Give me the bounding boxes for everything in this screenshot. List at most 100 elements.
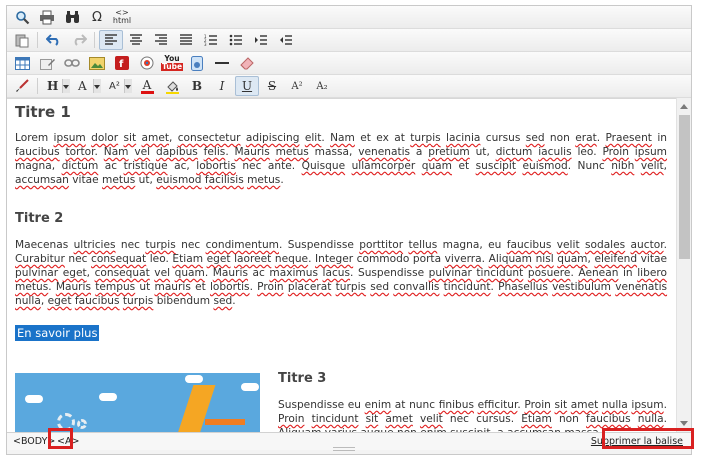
italic-button[interactable]: I xyxy=(210,76,234,96)
document-icon[interactable] xyxy=(185,53,209,73)
editor-content[interactable]: Titre 1 Lorem ipsum dolor sit amet, cons… xyxy=(7,98,677,432)
table-icon[interactable] xyxy=(10,53,34,73)
misspelled-word: eget xyxy=(206,253,231,265)
scroll-thumb[interactable] xyxy=(679,115,690,259)
separator xyxy=(37,32,38,48)
align-center-icon[interactable] xyxy=(124,30,148,50)
bold-button[interactable]: B xyxy=(185,76,209,96)
vertical-scrollbar[interactable] xyxy=(676,98,691,432)
highlight-color-icon[interactable] xyxy=(160,76,184,96)
misspelled-word: sit xyxy=(365,413,379,425)
illustration-image[interactable] xyxy=(15,373,260,432)
media-icon[interactable] xyxy=(135,53,159,73)
binoculars-icon[interactable] xyxy=(60,7,84,27)
toolbar-row-1: Ω <> html xyxy=(7,6,691,29)
en-savoir-plus-link[interactable]: En savoir plus xyxy=(15,325,100,341)
font-dropdown[interactable]: A xyxy=(73,76,103,96)
toolbar-row-3: f You Tube xyxy=(7,52,691,75)
misspelled-word: faucibus xyxy=(15,146,60,158)
scroll-down-arrow-icon[interactable] xyxy=(680,421,688,426)
misspelled-word: adipiscing xyxy=(245,132,300,144)
youtube-tube: Tube xyxy=(160,62,184,71)
misspelled-word: ipsum xyxy=(53,132,86,144)
link-icon[interactable] xyxy=(60,53,84,73)
misspelled-word: sed xyxy=(525,132,545,144)
misspelled-word: convallis xyxy=(393,281,440,293)
image-icon[interactable] xyxy=(85,53,109,73)
misspelled-word: neque xyxy=(274,253,309,265)
misspelled-word: facilisis xyxy=(204,174,244,186)
misspelled-word: sed xyxy=(213,295,233,307)
misspelled-word: tincidunt xyxy=(443,281,491,293)
misspelled-word: lobortis xyxy=(209,281,250,293)
heading-dropdown[interactable]: H xyxy=(42,76,72,96)
edit-template-icon[interactable] xyxy=(35,53,59,73)
horizontal-rule-icon[interactable] xyxy=(210,53,234,73)
misspelled-word: Aliquam xyxy=(488,253,532,265)
youtube-icon[interactable]: You Tube xyxy=(160,53,184,73)
misspelled-word: erat xyxy=(575,132,597,144)
misspelled-word: Proin xyxy=(602,146,629,158)
special-char-omega-icon[interactable]: Ω xyxy=(85,7,109,27)
misspelled-word: ullamcorper xyxy=(351,160,416,172)
misspelled-word: pretium xyxy=(428,146,470,158)
misspelled-word: euismod xyxy=(522,160,568,172)
misspelled-word: enim xyxy=(364,399,392,411)
redo-icon[interactable] xyxy=(67,30,91,50)
separator xyxy=(94,32,95,48)
superscript-button[interactable]: A² xyxy=(285,76,309,96)
misspelled-word: sit xyxy=(123,132,137,144)
flash-icon[interactable]: f xyxy=(110,53,134,73)
text-color-bar xyxy=(140,90,154,94)
misspelled-word: elit xyxy=(304,132,322,144)
font-size-dropdown[interactable]: A² xyxy=(104,76,134,96)
align-justify-icon[interactable] xyxy=(174,30,198,50)
misspelled-word: metus xyxy=(15,281,49,293)
underline-button[interactable]: U xyxy=(235,76,259,96)
gear-shape xyxy=(77,419,87,429)
misspelled-word: accumsan xyxy=(15,174,69,186)
text-color-label: A xyxy=(142,77,152,92)
html-label: html xyxy=(112,16,132,25)
misspelled-word: vel xyxy=(154,267,171,279)
align-right-icon[interactable] xyxy=(149,30,173,50)
subscript-button[interactable]: A₂ xyxy=(310,76,334,96)
misspelled-word: velit xyxy=(640,160,664,172)
italic-label: I xyxy=(219,79,225,93)
cloud-shape xyxy=(25,395,43,403)
misspelled-word: metus xyxy=(247,174,281,186)
print-icon[interactable] xyxy=(35,7,59,27)
scroll-up-arrow-icon[interactable] xyxy=(680,104,688,109)
text-color-button[interactable]: A xyxy=(135,76,159,96)
numbered-list-icon[interactable]: 123 xyxy=(199,30,223,50)
strikethrough-button[interactable]: S xyxy=(260,76,284,96)
misspelled-word: quam xyxy=(174,267,205,279)
heading-titre-1: Titre 1 xyxy=(15,103,71,121)
misspelled-word: Quisque xyxy=(301,160,346,172)
misspelled-word: finibus xyxy=(438,399,474,411)
brush-icon[interactable] xyxy=(10,76,34,96)
bullet-list-icon[interactable] xyxy=(224,30,248,50)
bold-label: B xyxy=(191,79,203,93)
eraser-icon[interactable] xyxy=(235,53,259,73)
misspelled-word: lacinia xyxy=(446,132,481,144)
resize-grip[interactable] xyxy=(333,447,355,451)
misspelled-word: nibh xyxy=(611,160,635,172)
misspelled-word: faucibus xyxy=(506,239,552,251)
cloud-shape xyxy=(185,375,203,383)
paste-icon[interactable] xyxy=(10,30,34,50)
html-source-icon[interactable]: <> html xyxy=(110,7,134,27)
find-icon[interactable] xyxy=(10,7,34,27)
misspelled-word: Etiam xyxy=(172,253,204,265)
misspelled-word: suscipit xyxy=(475,160,516,172)
misspelled-word: Proin xyxy=(278,413,305,425)
misspelled-word: condimentum xyxy=(205,239,279,251)
outdent-icon[interactable] xyxy=(274,30,298,50)
misspelled-word: Mauris xyxy=(212,267,248,279)
misspelled-word: Mauris xyxy=(234,146,270,158)
undo-icon[interactable] xyxy=(42,30,66,50)
align-left-icon[interactable] xyxy=(99,30,123,50)
indent-icon[interactable] xyxy=(249,30,273,50)
misspelled-word: Nam xyxy=(103,146,129,158)
misspelled-word: tempus xyxy=(95,281,136,293)
